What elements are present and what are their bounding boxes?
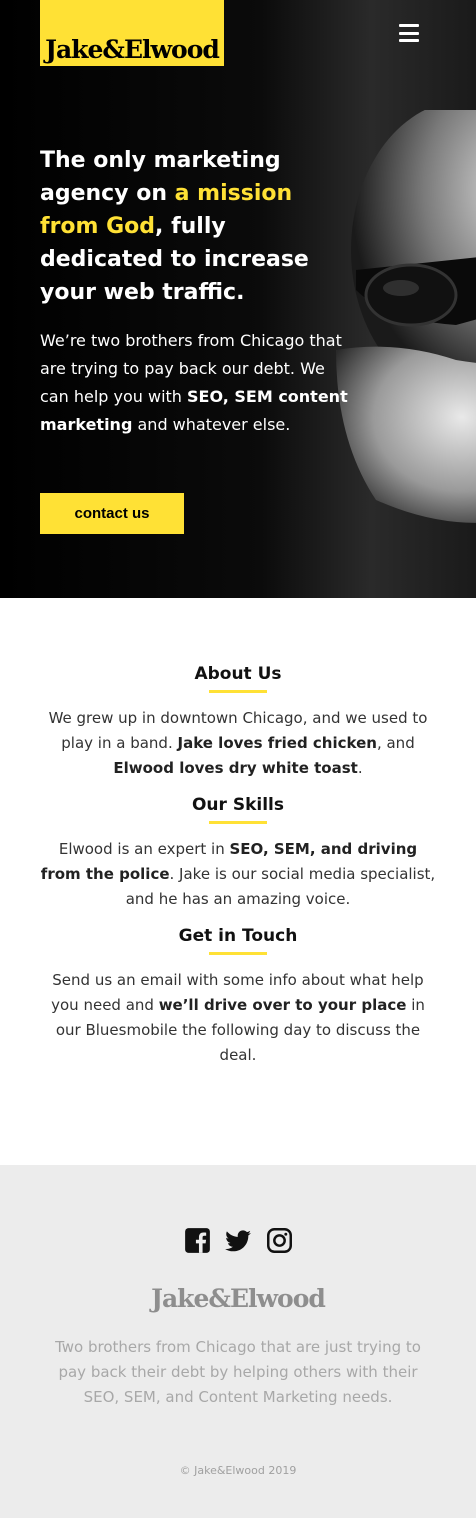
about-text-p3: . [357,759,363,777]
about-text-b1: Jake loves fried chicken [177,734,377,752]
contact-section: Get in Touch Send us an email with some … [0,926,476,1068]
about-text-b2: Elwood loves dry white toast [113,759,358,777]
logo-text: Jake&Elwood [45,35,220,64]
footer-logo[interactable]: Jake&Elwood [0,1284,476,1313]
hero-text-part2: and whatever else. [132,415,291,434]
hero-section: Jake&Elwood The only marketing agency on… [0,0,476,598]
about-text: We grew up in downtown Chicago, and we u… [40,706,436,781]
skills-text-p2: . Jake is our social media specialist, a… [125,865,436,908]
hero-title: The only marketing agency on a mission f… [40,144,340,309]
footer: Jake&Elwood Two brothers from Chicago th… [0,1165,476,1518]
contact-text: Send us an email with some info about wh… [40,968,436,1068]
instagram-icon[interactable] [266,1227,293,1254]
contact-text-b1: we’ll drive over to your place [158,996,407,1014]
facebook-icon[interactable] [184,1227,211,1254]
copyright: © Jake&Elwood 2019 [179,1464,297,1477]
about-title: About Us [194,664,281,693]
skills-title: Our Skills [192,795,284,824]
social-links [0,1227,476,1254]
footer-description: Two brothers from Chicago that are just … [55,1338,421,1406]
contact-us-button[interactable]: contact us [40,493,184,534]
about-text-p2: , and [376,734,415,752]
skills-text: Elwood is an expert in SEO, SEM, and dri… [40,837,436,912]
skills-text-p1: Elwood is an expert in [58,840,230,858]
hamburger-menu-icon[interactable] [399,24,419,42]
content-section: About Us We grew up in downtown Chicago,… [0,598,476,1165]
logo[interactable]: Jake&Elwood [40,0,224,66]
about-section: About Us We grew up in downtown Chicago,… [0,664,476,781]
contact-title: Get in Touch [179,926,298,955]
hero-description: We’re two brothers from Chicago that are… [40,327,350,439]
skills-section: Our Skills Elwood is an expert in SEO, S… [0,795,476,912]
twitter-icon[interactable] [224,1227,252,1254]
